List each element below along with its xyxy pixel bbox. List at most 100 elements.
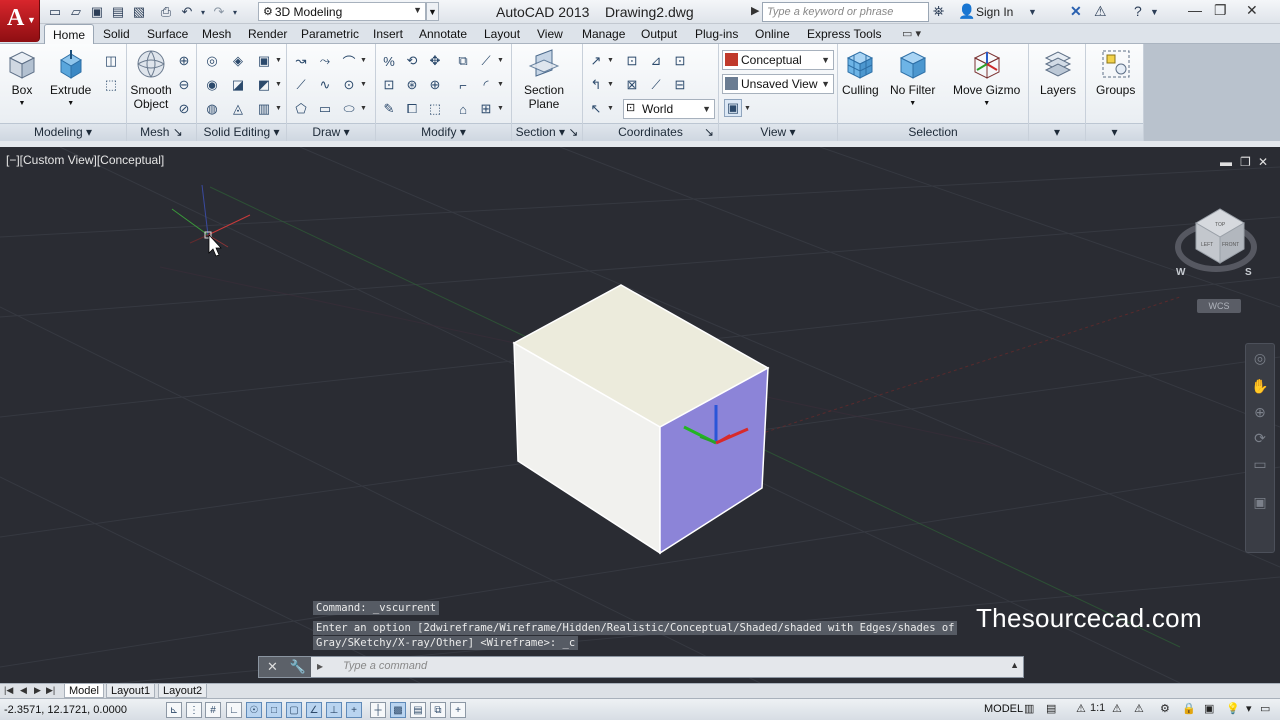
viewport-minimize-icon[interactable]: ▬ [1220,155,1232,169]
mesh-refine-icon[interactable]: ⊘ [175,100,193,118]
application-menu-button[interactable]: A ▼ [0,0,40,42]
ucs-x-icon[interactable]: ⊡ [671,52,689,70]
ucs-object-icon[interactable]: ⊟ [671,76,689,94]
redo-icon[interactable]: ↷ [210,3,228,21]
viewport-controls-label[interactable]: [−][Custom View][Conceptual] [6,153,164,167]
signin-dropdown-icon[interactable]: ▼ [1028,7,1037,17]
dynamic-input-icon[interactable]: + [346,702,362,718]
chevron-down-icon[interactable]: ▼ [360,81,367,88]
mesh-smooth-more-icon[interactable]: ⊕ [175,52,193,70]
hardware-acceleration-icon[interactable]: ▣ [1204,702,1214,715]
pan-icon[interactable]: ✋ [1251,378,1269,396]
chevron-down-icon[interactable]: ▼ [607,57,614,64]
trim-icon[interactable]: ⟋ [477,52,495,70]
close-icon[interactable]: ✕ [1246,2,1258,19]
first-layout-icon[interactable]: |◀ [4,685,13,696]
tab-layout[interactable]: Layout [484,27,520,41]
wrench-icon[interactable]: 🔧 [290,659,306,674]
tab-surface[interactable]: Surface [147,27,188,41]
plot-icon[interactable]: ⎙ [157,3,175,21]
dynamic-ucs-icon[interactable]: ⊥ [326,702,342,718]
undo-dropdown-icon[interactable]: ▾ [199,3,207,21]
intersect-icon[interactable]: ◍ [203,100,221,118]
arc-icon[interactable]: ⌒ [340,52,358,70]
3d-object-snap-icon[interactable]: ▢ [286,702,302,718]
panel-title-coordinates[interactable]: Coordinates ↘ [583,123,718,141]
extrude-faces-icon[interactable]: ◪ [229,76,247,94]
ucs-y-icon[interactable]: ⟋ [647,76,665,94]
presspull-icon[interactable]: ⬚ [102,76,120,94]
last-layout-icon[interactable]: ▶| [46,685,55,696]
help-icon[interactable]: ? [1134,3,1142,19]
ellipse-icon[interactable]: ⬭ [340,100,358,118]
tab-online[interactable]: Online [755,27,790,41]
annotation-visibility-icon[interactable]: ⚠ [1112,702,1122,715]
tab-solid[interactable]: Solid [103,27,130,41]
tab-plug-ins[interactable]: Plug-ins [695,27,738,41]
chamfer-icon[interactable]: ◜ [477,76,495,94]
ucs-previous-icon[interactable]: ↖ [587,100,605,118]
tab-layout1[interactable]: Layout1 [106,684,156,698]
panel-title-layers[interactable]: ▾ [1029,123,1085,141]
3d-rotate-icon[interactable]: ⟲ [403,52,421,70]
panel-title-mesh[interactable]: Mesh ↘ [127,123,196,141]
chevron-down-icon[interactable]: ▼ [360,57,367,64]
no-filter-button[interactable]: No Filter ▼ [890,48,935,111]
viewport-close-icon[interactable]: ✕ [1258,155,1268,169]
search-expand-icon[interactable]: ▶ [751,4,759,17]
chevron-down-icon[interactable]: ▼ [497,81,504,88]
named-view-select[interactable]: Unsaved View ▼ [722,74,834,94]
panel-title-groups[interactable]: ▾ [1086,123,1143,141]
command-input[interactable]: Type a command [343,660,427,672]
polysolid-icon[interactable]: ◫ [102,52,120,70]
workspace-select[interactable]: ⚙ 3D Modeling ▼ [258,2,426,21]
chevron-down-icon[interactable]: ▼ [607,81,614,88]
cursor-coordinates[interactable]: -2.3571, 12.1721, 0.0000 [4,704,127,716]
selection-cycling-icon[interactable]: ⧉ [430,702,446,718]
zoom-icon[interactable]: ⊕ [1251,404,1269,422]
transparency-icon[interactable]: ▩ [390,702,406,718]
extract-edges-icon[interactable]: ◈ [229,52,247,70]
showmotion-icon[interactable]: ▭ [1251,456,1269,474]
3dpoly-icon[interactable]: ⤳ [316,52,334,70]
drawing-viewport[interactable]: TOP LEFT FRONT W S [−][Custom View][Conc… [0,147,1280,683]
clean-screen-icon[interactable]: ▭ [1260,702,1270,715]
ucs-select[interactable]: ⊡ World ▼ [623,99,715,119]
panel-title-modify[interactable]: Modify ▾ [376,123,511,141]
command-prompt-icon[interactable]: ▸ [317,659,323,673]
rectangle-icon[interactable]: ▭ [316,100,334,118]
tab-insert[interactable]: Insert [373,27,403,41]
ucs-icon[interactable]: ↗ [587,52,605,70]
polar-tracking-icon[interactable]: ☉ [246,702,262,718]
slice-icon[interactable]: ▥ [255,100,273,118]
layers-button[interactable]: Layers [1040,48,1076,97]
wcs-menu[interactable]: WCS [1197,299,1241,313]
array-icon[interactable]: ⌂ [454,100,472,118]
section-plane-button[interactable]: Section Plane [524,48,564,111]
circle-icon[interactable]: ⊙ [340,76,358,94]
auto-scale-icon[interactable]: ⚠ [1134,702,1144,715]
user-icon[interactable]: 👤 [958,3,975,20]
copy-icon[interactable]: ⧠ [403,100,421,118]
box-button[interactable]: Box ▼ [6,48,38,111]
chevron-down-icon[interactable]: ▼ [360,105,367,112]
polygon-icon[interactable]: ⬠ [292,100,310,118]
isolate-objects-icon[interactable]: 💡 [1226,702,1240,715]
move-gizmo-button[interactable]: Move Gizmo ▼ [953,48,1020,111]
ucs-view-icon[interactable]: ⊠ [623,76,641,94]
infer-constraints-icon[interactable]: ⊾ [166,702,182,718]
chevron-up-icon[interactable]: ▲ [1010,660,1019,670]
chevron-down-icon[interactable]: ▼ [497,57,504,64]
chevron-down-icon[interactable]: ▼ [275,105,282,112]
new-file-icon[interactable]: ▭ [46,3,64,21]
save-icon[interactable]: ▣ [88,3,106,21]
separate-icon[interactable]: ◩ [255,76,273,94]
object-snap-icon[interactable]: □ [266,702,282,718]
search-input[interactable]: Type a keyword or phrase [762,2,929,22]
stay-connected-icon[interactable]: ⚠ [1094,3,1107,20]
ucs-origin-icon[interactable]: ↰ [587,76,605,94]
qat-customize-button[interactable]: ▼ [426,2,439,21]
status-menu-icon[interactable]: ▾ [1246,702,1252,715]
steeringwheel-icon[interactable]: ◎ [1251,350,1269,368]
tab-render[interactable]: Render [248,27,287,41]
